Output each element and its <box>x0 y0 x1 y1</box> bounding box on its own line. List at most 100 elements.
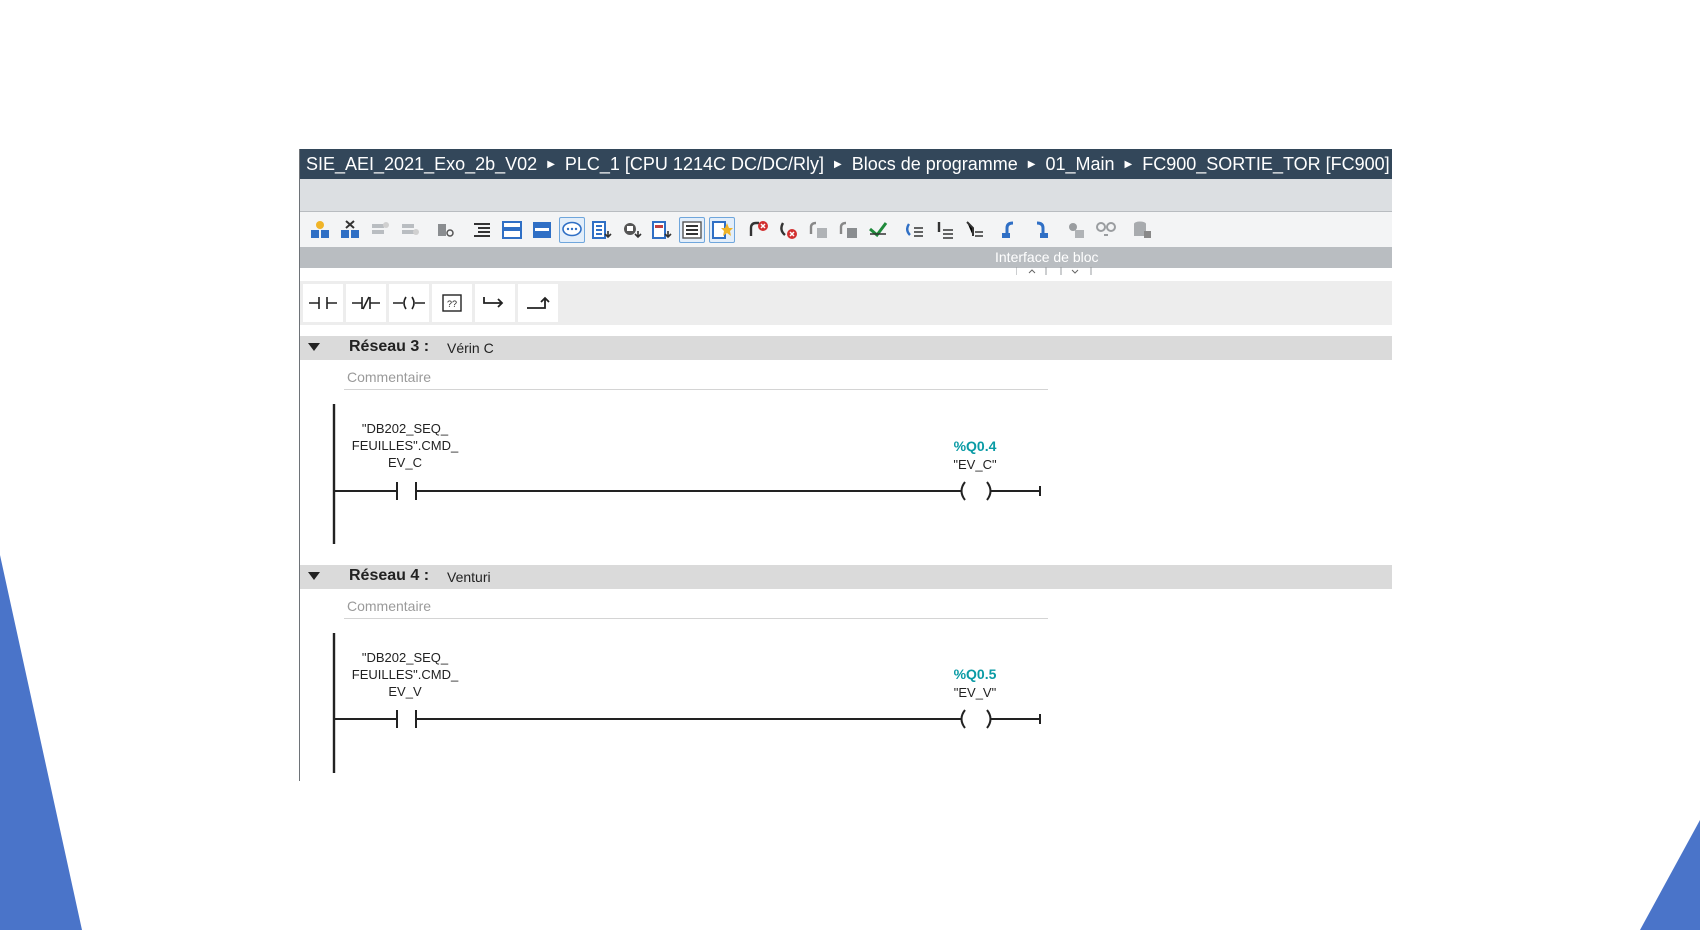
network-3-header[interactable]: Réseau 3 : Vérin C <box>300 336 1392 360</box>
error-jump-icon <box>749 220 768 236</box>
download-block-button[interactable] <box>1129 217 1155 243</box>
nc-contact-button[interactable] <box>346 284 386 322</box>
breadcrumb-plc[interactable]: PLC_1 [CPU 1214C DC/DC/Rly] <box>565 154 824 175</box>
star-icon <box>712 220 733 239</box>
go-to-error-button[interactable] <box>745 217 771 243</box>
breadcrumb-arrow-icon: ▶ <box>833 158 842 170</box>
indent-button[interactable] <box>469 217 495 243</box>
reference-button[interactable] <box>835 217 861 243</box>
network-4-header[interactable]: Réseau 4 : Venturi <box>300 565 1392 589</box>
network-4-title: Réseau 4 : <box>349 567 430 584</box>
block-interface-bar[interactable]: Interface de bloc <box>300 247 1392 275</box>
splitter-handle-icon <box>1016 267 1092 275</box>
block-search-icon <box>438 223 454 237</box>
monitoring-icon <box>1069 222 1084 238</box>
no-contact-icon <box>309 297 337 309</box>
comment-bubble-icon <box>562 221 582 236</box>
contact-operand-line-1[interactable]: "DB202_SEQ_ <box>345 649 465 666</box>
breadcrumb-project[interactable]: SIE_AEI_2021_Exo_2b_V02 <box>306 154 537 175</box>
expand-all-button[interactable] <box>499 217 525 243</box>
editor-tab-strip <box>300 179 1392 212</box>
network-3-title: Réseau 3 : <box>349 338 430 355</box>
insert-row-button[interactable] <box>367 217 393 243</box>
network-3-name[interactable]: Vérin C <box>447 340 494 356</box>
coil-tag[interactable]: "EV_V" <box>925 685 1025 700</box>
network-comments-toggle[interactable] <box>559 216 585 243</box>
close-branch-icon <box>527 296 550 309</box>
operand-display-icon <box>624 222 642 238</box>
tia-portal-editor-window: SIE_AEI_2021_Exo_2b_V02 ▶ PLC_1 [CPU 121… <box>299 149 1392 781</box>
collapse-panel-icon <box>533 221 551 238</box>
tree-view-button[interactable] <box>961 217 987 243</box>
add-row-button[interactable] <box>397 217 423 243</box>
check-block-button[interactable] <box>865 217 891 243</box>
open-branch-icon <box>483 297 504 308</box>
contact-operand-line-2[interactable]: FEUILLES".CMD_ <box>345 666 465 683</box>
nc-contact-icon <box>352 296 380 310</box>
compare-button[interactable] <box>805 217 831 243</box>
breadcrumb: SIE_AEI_2021_Exo_2b_V02 ▶ PLC_1 [CPU 121… <box>300 149 1392 179</box>
empty-box-button[interactable]: ?? <box>432 284 472 322</box>
undo-icon <box>1002 221 1014 238</box>
network-3-rung: "DB202_SEQ_ FEUILLES".CMD_ EV_C %Q0.4 "E… <box>300 404 1060 544</box>
lines-list-icon <box>682 220 702 239</box>
block-editor-toolbar <box>300 212 1392 247</box>
reference-icon <box>839 221 857 238</box>
align-icon <box>937 221 953 239</box>
breadcrumb-main[interactable]: 01_Main <box>1045 154 1114 175</box>
contact-operand-line-2[interactable]: FEUILLES".CMD_ <box>345 437 465 454</box>
compare-icon <box>809 221 827 238</box>
align-left-button[interactable] <box>931 217 957 243</box>
network-3-comment[interactable]: Commentaire <box>344 364 1048 390</box>
favorites-star-toggle[interactable] <box>709 216 735 243</box>
insert-row-icon <box>372 221 389 234</box>
coil-address[interactable]: %Q0.5 <box>925 666 1025 682</box>
open-branch-button[interactable] <box>475 284 515 322</box>
breadcrumb-block[interactable]: FC900_SORTIE_TOR [FC900] <box>1142 154 1389 175</box>
next-error-button[interactable] <box>775 217 801 243</box>
no-contact-button[interactable] <box>303 284 343 322</box>
favorites-button[interactable] <box>589 217 615 243</box>
close-branch-button[interactable] <box>518 284 558 322</box>
contact-operand-line-3[interactable]: EV_C <box>345 454 465 471</box>
coil-button[interactable] <box>389 284 429 322</box>
network-4-name[interactable]: Venturi <box>447 569 491 585</box>
collapse-all-button[interactable] <box>529 217 555 243</box>
jump-left-button[interactable] <box>901 217 927 243</box>
contact-operand-line-3[interactable]: EV_V <box>345 683 465 700</box>
absolute-operands-button[interactable] <box>619 217 645 243</box>
coil-tag[interactable]: "EV_C" <box>925 457 1025 472</box>
insert-network-icon <box>311 220 329 238</box>
empty-box-icon: ?? <box>442 294 462 312</box>
show-lines-toggle[interactable] <box>679 216 705 243</box>
no-contact-icon <box>396 482 417 500</box>
search-block-button[interactable] <box>433 217 459 243</box>
next-error-icon <box>780 221 797 239</box>
breadcrumb-arrow-icon: ▶ <box>1124 158 1133 170</box>
operand-list-icon <box>652 220 672 239</box>
undo-button[interactable] <box>997 217 1023 243</box>
delete-network-icon <box>341 219 359 238</box>
monitoring-button[interactable] <box>1063 217 1089 243</box>
block-interface-label: Interface de bloc <box>995 249 1099 265</box>
network-4-comment[interactable]: Commentaire <box>344 593 1048 619</box>
insert-network-button[interactable] <box>307 217 333 243</box>
jump-list-icon <box>906 222 923 237</box>
no-contact-icon <box>396 710 417 728</box>
glasses-monitor-button[interactable] <box>1093 217 1119 243</box>
delete-network-button[interactable] <box>337 217 363 243</box>
breadcrumb-arrow-icon: ▶ <box>1027 158 1036 170</box>
check-icon <box>869 221 888 237</box>
coil-icon <box>393 296 425 310</box>
breadcrumb-program-blocks[interactable]: Blocs de programme <box>852 154 1018 175</box>
collapse-triangle-icon[interactable] <box>307 340 321 354</box>
database-lock-icon <box>1134 221 1151 238</box>
coil-icon <box>960 709 992 729</box>
show-operands-button[interactable] <box>649 217 675 243</box>
contact-operand-line-1[interactable]: "DB202_SEQ_ <box>345 420 465 437</box>
collapse-triangle-icon[interactable] <box>307 569 321 583</box>
redo-button[interactable] <box>1027 217 1053 243</box>
network-4-rung: "DB202_SEQ_ FEUILLES".CMD_ EV_V %Q0.5 "E… <box>300 633 1060 773</box>
coil-address[interactable]: %Q0.4 <box>925 438 1025 454</box>
coil-icon <box>960 481 992 501</box>
